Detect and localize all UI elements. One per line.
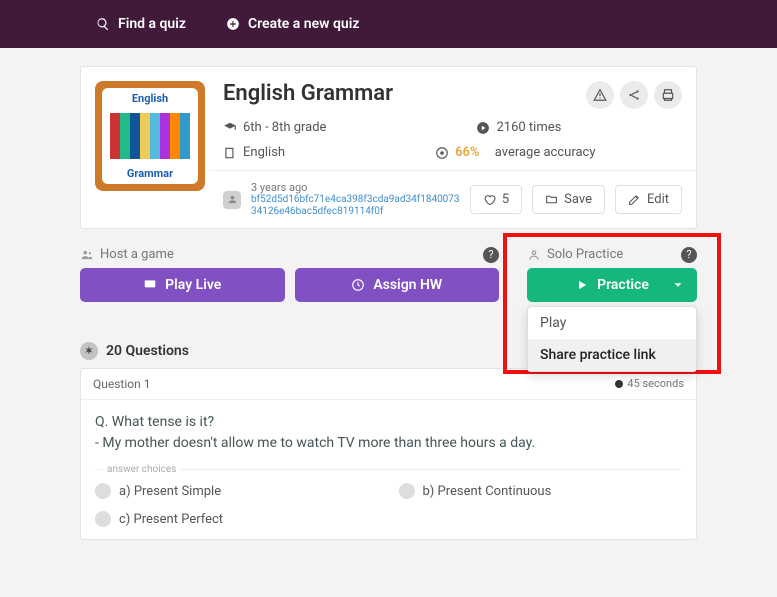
top-navbar: Find a quiz Create a new quiz — [0, 0, 777, 48]
host-label: Host a game — [100, 247, 174, 262]
practice-menu-play[interactable]: Play — [528, 307, 696, 339]
find-quiz-link[interactable]: Find a quiz — [96, 16, 186, 32]
host-help-icon[interactable]: ? — [483, 247, 499, 263]
question-stem-line2: - My mother doesn't allow me to watch TV… — [95, 433, 682, 454]
quiz-hero-card: English Grammar English Grammar 6th - 8t… — [80, 66, 697, 229]
question-stem-line1: Q. What tense is it? — [95, 412, 682, 433]
edit-button[interactable]: Edit — [615, 185, 682, 214]
solo-help-icon[interactable]: ? — [681, 247, 697, 263]
like-button[interactable]: 5 — [470, 185, 522, 214]
radio-icon — [399, 483, 415, 499]
answer-choices-label: answer choices — [95, 464, 682, 475]
create-quiz-link[interactable]: Create a new quiz — [226, 16, 359, 32]
thumb-bottom-text: Grammar — [127, 167, 173, 180]
find-quiz-label: Find a quiz — [118, 16, 186, 32]
subject: English — [223, 145, 285, 160]
host-section: Host a game ? Play Live Assign HW — [80, 247, 499, 302]
plus-circle-icon — [226, 17, 240, 31]
grade-icon — [223, 121, 237, 135]
print-icon — [661, 88, 675, 102]
accuracy: 66% average accuracy — [435, 145, 595, 160]
report-button[interactable] — [586, 81, 614, 109]
author-avatar — [223, 191, 241, 209]
grade-level: 6th - 8th grade — [223, 120, 326, 135]
person-icon — [527, 248, 541, 262]
save-button[interactable]: Save — [532, 185, 605, 214]
play-count: 2160 times — [476, 120, 561, 135]
solo-section: Solo Practice ? Practice Play Share prac… — [527, 247, 697, 302]
practice-menu-share[interactable]: Share practice link — [528, 339, 696, 371]
question-card-1: Question 1 45 seconds Q. What tense is i… — [80, 368, 697, 540]
choice-a[interactable]: a) Present Simple — [95, 483, 379, 499]
target-icon — [435, 146, 449, 160]
print-button[interactable] — [654, 81, 682, 109]
solo-label: Solo Practice — [547, 247, 623, 262]
author-id-link[interactable]: bf52d5d16bfc71e4ca398f3cda9ad34f18400733… — [251, 194, 460, 218]
share-button[interactable] — [620, 81, 648, 109]
thumb-top-text: English — [132, 92, 168, 105]
user-icon — [227, 194, 238, 205]
pencil-icon — [628, 193, 641, 206]
chevron-down-icon — [671, 278, 685, 292]
question-timer: 45 seconds — [615, 377, 684, 390]
radio-icon — [95, 511, 111, 527]
question-number: Question 1 — [93, 377, 150, 391]
play-icon — [476, 121, 490, 135]
folder-icon — [545, 193, 558, 206]
assign-hw-button[interactable]: Assign HW — [295, 268, 500, 302]
choice-b[interactable]: b) Present Continuous — [399, 483, 683, 499]
practice-dropdown: Play Share practice link — [527, 306, 697, 372]
warning-icon — [593, 88, 607, 102]
heart-icon — [483, 193, 496, 206]
search-icon — [96, 17, 110, 31]
create-quiz-label: Create a new quiz — [248, 16, 359, 32]
questions-count: 20 Questions — [106, 343, 189, 359]
choice-c[interactable]: c) Present Perfect — [95, 511, 379, 527]
quiz-thumbnail: English Grammar — [95, 81, 205, 191]
play-icon — [575, 278, 589, 292]
bookshelf-art — [110, 113, 190, 159]
play-live-button[interactable]: Play Live — [80, 268, 285, 302]
radio-icon — [95, 483, 111, 499]
timestamp: 3 years ago — [251, 181, 460, 194]
questions-badge: ✶ — [80, 342, 98, 360]
author-row: 3 years ago bf52d5d16bfc71e4ca398f3cda9a… — [209, 170, 696, 228]
practice-button[interactable]: Practice — [527, 268, 697, 302]
share-icon — [627, 88, 641, 102]
presentation-icon — [143, 278, 157, 292]
clock-icon — [351, 278, 365, 292]
users-icon — [80, 248, 94, 262]
book-icon — [223, 146, 237, 160]
